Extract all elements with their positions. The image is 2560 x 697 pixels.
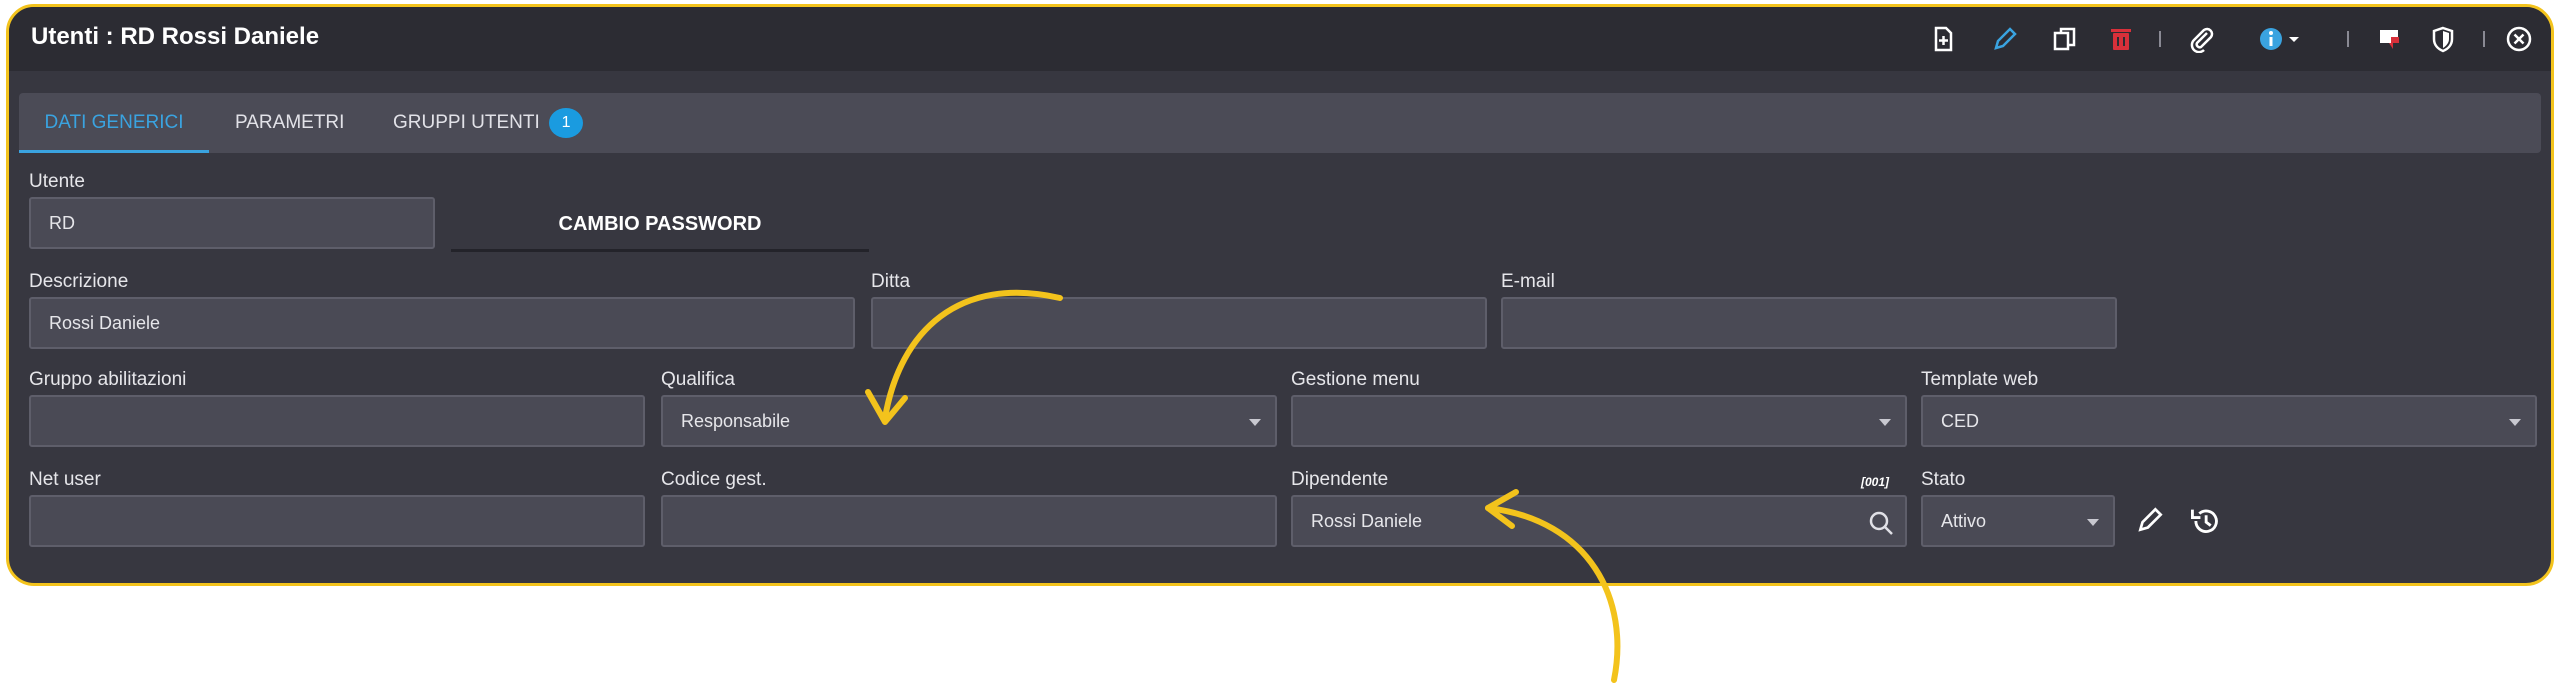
arrow-to-qualifica bbox=[882, 289, 1063, 421]
annotation-arrows bbox=[865, 289, 1621, 683]
arrow-to-dipendente bbox=[1485, 505, 1621, 683]
